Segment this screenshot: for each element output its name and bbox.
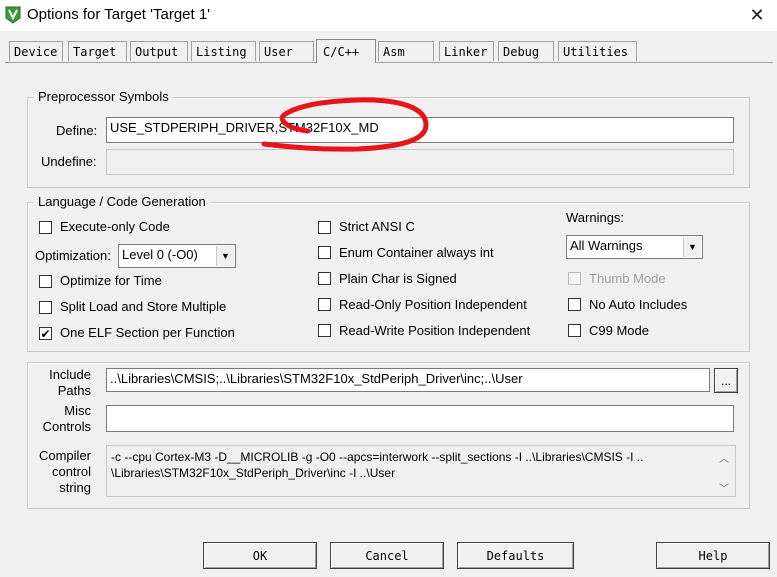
cancel-button[interactable]: Cancel bbox=[330, 542, 444, 569]
ok-button[interactable]: OK bbox=[203, 542, 317, 569]
tab-listing[interactable]: Listing bbox=[191, 41, 256, 61]
warnings-select[interactable]: All Warnings ▼ bbox=[566, 235, 703, 259]
control-label-line: control bbox=[51, 464, 91, 479]
misc-controls-label: Misc Controls bbox=[40, 403, 91, 435]
compiler-string-label: Compiler control string bbox=[34, 448, 91, 496]
compiler-label-line: Compiler bbox=[38, 448, 91, 463]
tab-linker[interactable]: Linker bbox=[439, 41, 494, 61]
warnings-label: Warnings: bbox=[566, 210, 625, 225]
tab-target[interactable]: Target bbox=[68, 41, 127, 61]
no-auto-includes-label: No Auto Includes bbox=[589, 297, 688, 312]
controls-label-line: Controls bbox=[42, 419, 91, 434]
window-title: Options for Target 'Target 1' bbox=[27, 6, 211, 23]
defaults-button[interactable]: Defaults bbox=[457, 542, 574, 569]
tab-utilities[interactable]: Utilities bbox=[558, 41, 637, 61]
execute-only-checkbox[interactable] bbox=[39, 221, 52, 234]
preprocessor-group-title: Preprocessor Symbols bbox=[34, 89, 173, 104]
ellipsis-icon: ... bbox=[720, 373, 731, 388]
execute-only-label: Execute-only Code bbox=[60, 219, 170, 234]
split-load-checkbox[interactable] bbox=[39, 301, 52, 314]
rw-position-label: Read-Write Position Independent bbox=[339, 323, 531, 338]
define-label: Define: bbox=[56, 123, 98, 138]
enum-container-label: Enum Container always int bbox=[339, 245, 494, 260]
undefine-label: Undefine: bbox=[41, 154, 97, 169]
ro-position-checkbox[interactable] bbox=[318, 298, 331, 311]
misc-label-line: Misc bbox=[64, 403, 91, 418]
close-button[interactable]: ✕ bbox=[737, 0, 777, 31]
include-paths-input[interactable]: ..\Libraries\CMSIS;..\Libraries\STM32F10… bbox=[106, 368, 710, 392]
strict-ansi-checkbox[interactable] bbox=[318, 221, 331, 234]
checkmark-icon: ✔ bbox=[40, 326, 51, 341]
misc-controls-input[interactable] bbox=[106, 405, 734, 432]
tab-c-cpp[interactable]: C/C++ bbox=[316, 39, 376, 63]
undefine-input[interactable] bbox=[106, 149, 734, 175]
one-elf-checkbox[interactable]: ✔ bbox=[39, 327, 52, 340]
plain-char-checkbox[interactable] bbox=[318, 272, 331, 285]
close-icon: ✕ bbox=[749, 5, 765, 25]
c99-mode-label: C99 Mode bbox=[589, 323, 649, 338]
browse-include-button[interactable]: ... bbox=[714, 368, 738, 393]
warnings-value: All Warnings bbox=[570, 238, 643, 253]
tab-device[interactable]: Device bbox=[9, 41, 63, 61]
tab-output[interactable]: Output bbox=[130, 41, 188, 61]
scroll-up-icon[interactable]: ︿ bbox=[713, 450, 735, 465]
string-label-line: string bbox=[59, 480, 91, 495]
keil-app-icon bbox=[5, 6, 21, 24]
compiler-string-scrollbar[interactable]: ︿ ﹀ bbox=[713, 446, 735, 496]
chevron-down-icon: ▼ bbox=[683, 237, 701, 257]
enum-container-checkbox[interactable] bbox=[318, 246, 331, 259]
tab-debug[interactable]: Debug bbox=[498, 41, 554, 61]
compiler-control-string[interactable]: -c --cpu Cortex-M3 -D__MICROLIB -g -O0 -… bbox=[106, 445, 736, 497]
optimize-time-label: Optimize for Time bbox=[60, 273, 162, 288]
include-paths-label: Include Paths bbox=[40, 367, 91, 399]
thumb-mode-label: Thumb Mode bbox=[589, 271, 666, 286]
chevron-down-icon: ▼ bbox=[216, 246, 234, 266]
optimization-label: Optimization: bbox=[35, 248, 111, 263]
help-button[interactable]: Help bbox=[656, 542, 770, 569]
paths-label-line: Paths bbox=[57, 383, 91, 398]
one-elf-label: One ELF Section per Function bbox=[60, 325, 235, 340]
plain-char-label: Plain Char is Signed bbox=[339, 271, 457, 286]
define-input[interactable]: USE_STDPERIPH_DRIVER,STM32F10X_MD bbox=[106, 117, 734, 143]
scroll-down-icon[interactable]: ﹀ bbox=[713, 480, 735, 495]
tab-asm[interactable]: Asm bbox=[378, 41, 434, 61]
include-label-line: Include bbox=[49, 367, 91, 382]
c99-mode-checkbox[interactable] bbox=[568, 324, 581, 337]
split-load-label: Split Load and Store Multiple bbox=[60, 299, 227, 314]
optimization-value: Level 0 (-O0) bbox=[122, 247, 198, 262]
strict-ansi-label: Strict ANSI C bbox=[339, 219, 415, 234]
tab-strip-divider bbox=[5, 62, 773, 63]
compiler-string-line-2: \Libraries\STM32F10x_StdPeriph_Driver\in… bbox=[111, 466, 396, 480]
rw-position-checkbox[interactable] bbox=[318, 324, 331, 337]
thumb-mode-checkbox bbox=[568, 272, 581, 285]
ro-position-label: Read-Only Position Independent bbox=[339, 297, 527, 312]
optimize-time-checkbox[interactable] bbox=[39, 275, 52, 288]
tab-user[interactable]: User bbox=[259, 41, 314, 61]
no-auto-includes-checkbox[interactable] bbox=[568, 298, 581, 311]
optimization-select[interactable]: Level 0 (-O0) ▼ bbox=[118, 244, 236, 268]
compiler-string-line-1: -c --cpu Cortex-M3 -D__MICROLIB -g -O0 -… bbox=[111, 450, 644, 464]
language-group-title: Language / Code Generation bbox=[34, 194, 210, 209]
